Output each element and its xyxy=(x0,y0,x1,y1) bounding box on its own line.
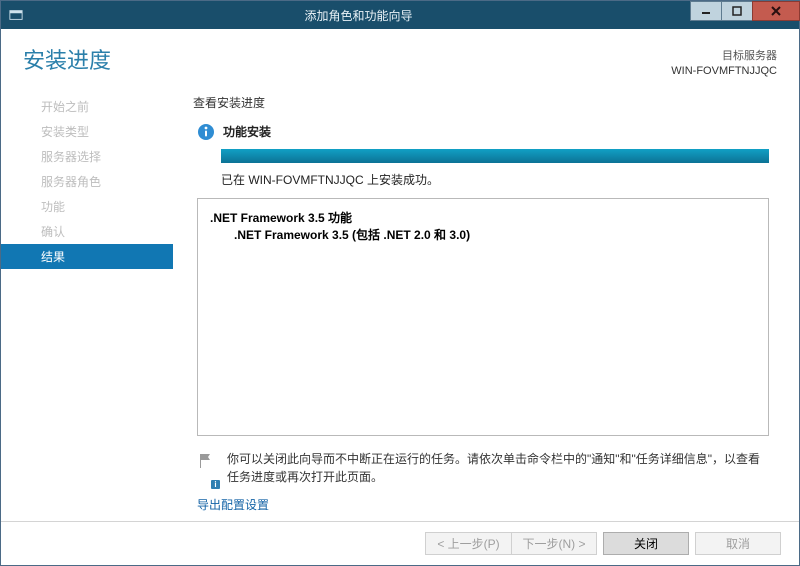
close-note-text: 你可以关闭此向导而不中断正在运行的任务。请依次单击命令栏中的"通知"和"任务详细… xyxy=(227,450,769,486)
close-window-button[interactable] xyxy=(752,1,800,21)
previous-button: < 上一步(P) xyxy=(425,532,511,555)
panel-section-title: 查看安装进度 xyxy=(193,94,777,111)
nav-server-selection: 服务器选择 xyxy=(23,144,173,169)
nav-before-you-begin: 开始之前 xyxy=(23,94,173,119)
minimize-button[interactable] xyxy=(690,1,722,21)
target-label: 目标服务器 xyxy=(671,49,777,64)
export-config-link[interactable]: 导出配置设置 xyxy=(197,496,777,513)
feature-group: .NET Framework 3.5 功能 xyxy=(210,209,756,226)
wizard-nav: 开始之前 安装类型 服务器选择 服务器角色 功能 确认 结果 xyxy=(23,90,173,513)
content-area: 安装进度 目标服务器 WIN-FOVMFTNJJQC 开始之前 安装类型 服务器… xyxy=(1,29,799,565)
window-title: 添加角色和功能向导 xyxy=(27,7,690,24)
progress-bar xyxy=(221,149,769,163)
flag-icon: i xyxy=(197,452,217,486)
results-panel: 查看安装进度 功能安装 已在 WIN-FOVMFTNJJQC 上安装成功。 .N… xyxy=(191,90,777,513)
button-bar: < 上一步(P) 下一步(N) > 关闭 取消 xyxy=(1,521,799,565)
maximize-button[interactable] xyxy=(721,1,753,21)
nav-confirmation: 确认 xyxy=(23,219,173,244)
nav-server-roles: 服务器角色 xyxy=(23,169,173,194)
next-button: 下一步(N) > xyxy=(511,532,597,555)
cancel-button: 取消 xyxy=(695,532,781,555)
nav-features: 功能 xyxy=(23,194,173,219)
page-title: 安装进度 xyxy=(23,43,111,75)
window-buttons xyxy=(690,1,799,29)
nav-results[interactable]: 结果 xyxy=(1,244,173,269)
titlebar: 添加角色和功能向导 xyxy=(1,1,799,29)
info-icon xyxy=(197,123,215,141)
nav-installation-type: 安装类型 xyxy=(23,119,173,144)
feature-item: .NET Framework 3.5 (包括 .NET 2.0 和 3.0) xyxy=(234,226,756,243)
install-status-text: 功能安装 xyxy=(223,123,271,140)
target-server-box: 目标服务器 WIN-FOVMFTNJJQC xyxy=(671,49,777,80)
feature-list: .NET Framework 3.5 功能 .NET Framework 3.5… xyxy=(197,198,769,436)
flag-badge: i xyxy=(210,479,221,490)
app-icon xyxy=(5,4,27,26)
target-server-name: WIN-FOVMFTNJJQC xyxy=(671,64,777,79)
close-button[interactable]: 关闭 xyxy=(603,532,689,555)
install-done-line: 已在 WIN-FOVMFTNJJQC 上安装成功。 xyxy=(221,171,777,188)
